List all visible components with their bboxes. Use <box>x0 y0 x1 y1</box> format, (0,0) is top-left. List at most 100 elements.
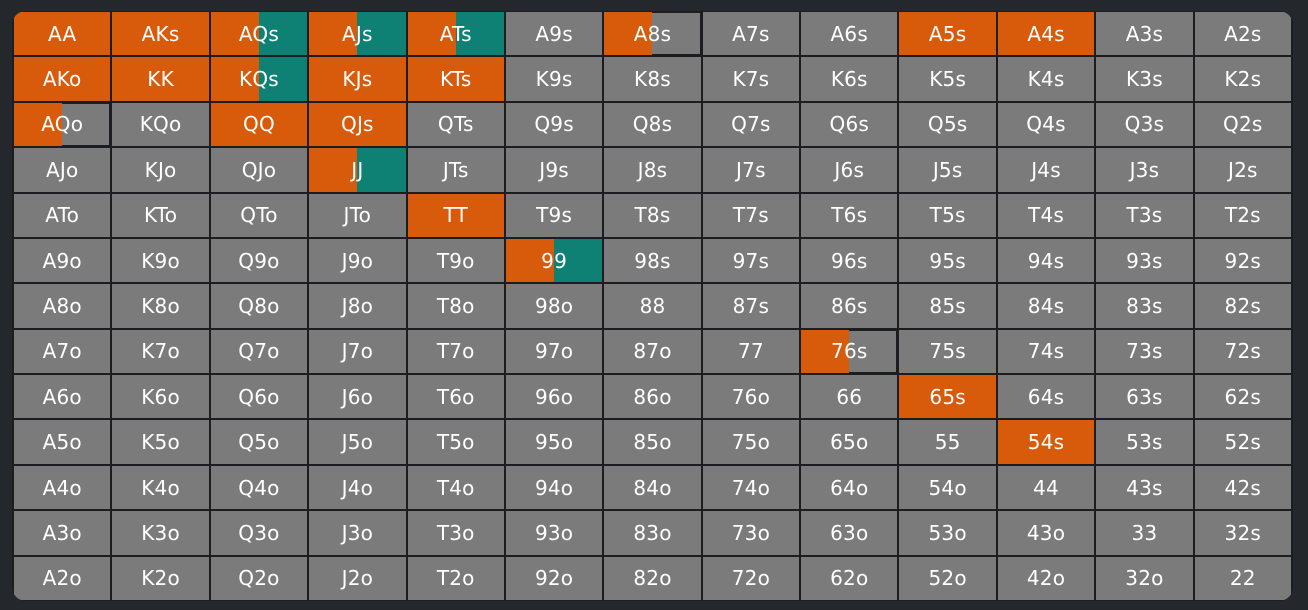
hand-cell-62s[interactable]: 62s <box>1194 375 1291 419</box>
hand-cell-44[interactable]: 44 <box>997 465 1095 510</box>
hand-cell-A4o[interactable]: A4o <box>14 465 111 510</box>
hand-cell-QTo[interactable]: QTo <box>210 193 308 237</box>
hand-cell-76s[interactable]: 76s <box>801 329 898 374</box>
hand-cell-Q4o[interactable]: Q4o <box>210 465 308 510</box>
hand-cell-97s[interactable]: 97s <box>702 238 800 283</box>
hand-cell-J5s[interactable]: J5s <box>899 148 996 192</box>
hand-cell-A7o[interactable]: A7o <box>14 329 111 374</box>
hand-cell-T2o[interactable]: T2o <box>407 556 504 600</box>
hand-cell-Q7o[interactable]: Q7o <box>210 329 308 374</box>
hand-cell-65o[interactable]: 65o <box>801 420 898 464</box>
hand-cell-86s[interactable]: 86s <box>801 284 898 328</box>
hand-cell-77[interactable]: 77 <box>702 329 800 374</box>
hand-cell-A8o[interactable]: A8o <box>14 284 111 328</box>
hand-cell-K8s[interactable]: K8s <box>604 57 701 101</box>
hand-cell-J7o[interactable]: J7o <box>309 329 406 374</box>
hand-cell-AJs[interactable]: AJs <box>309 12 406 56</box>
hand-cell-Q6s[interactable]: Q6s <box>801 102 898 147</box>
hand-cell-66[interactable]: 66 <box>801 375 898 419</box>
hand-cell-AJo[interactable]: AJo <box>14 148 111 192</box>
hand-cell-KTs[interactable]: KTs <box>407 57 504 101</box>
hand-cell-94s[interactable]: 94s <box>997 238 1095 283</box>
hand-cell-42s[interactable]: 42s <box>1194 465 1291 510</box>
hand-cell-88[interactable]: 88 <box>604 284 701 328</box>
hand-cell-Q2s[interactable]: Q2s <box>1194 102 1291 147</box>
hand-cell-J2o[interactable]: J2o <box>309 556 406 600</box>
hand-cell-99[interactable]: 99 <box>505 238 603 283</box>
hand-cell-94o[interactable]: 94o <box>505 465 603 510</box>
hand-cell-95s[interactable]: 95s <box>899 238 996 283</box>
hand-cell-A7s[interactable]: A7s <box>702 12 800 56</box>
hand-cell-54o[interactable]: 54o <box>899 465 996 510</box>
hand-cell-97o[interactable]: 97o <box>505 329 603 374</box>
hand-cell-J8s[interactable]: J8s <box>604 148 701 192</box>
hand-cell-43s[interactable]: 43s <box>1096 465 1193 510</box>
hand-cell-84s[interactable]: 84s <box>997 284 1095 328</box>
hand-cell-A9o[interactable]: A9o <box>14 238 111 283</box>
hand-cell-53s[interactable]: 53s <box>1096 420 1193 464</box>
hand-cell-AA[interactable]: AA <box>14 12 111 56</box>
hand-cell-A6s[interactable]: A6s <box>801 12 898 56</box>
hand-cell-K4o[interactable]: K4o <box>112 465 209 510</box>
hand-cell-K7o[interactable]: K7o <box>112 329 209 374</box>
hand-cell-Q2o[interactable]: Q2o <box>210 556 308 600</box>
hand-cell-K5o[interactable]: K5o <box>112 420 209 464</box>
hand-cell-33[interactable]: 33 <box>1096 511 1193 555</box>
hand-cell-93s[interactable]: 93s <box>1096 238 1193 283</box>
hand-cell-J5o[interactable]: J5o <box>309 420 406 464</box>
hand-cell-Q4s[interactable]: Q4s <box>997 102 1095 147</box>
hand-cell-KTo[interactable]: KTo <box>112 193 209 237</box>
hand-cell-K8o[interactable]: K8o <box>112 284 209 328</box>
hand-cell-K3o[interactable]: K3o <box>112 511 209 555</box>
hand-cell-J9s[interactable]: J9s <box>505 148 603 192</box>
hand-cell-T5s[interactable]: T5s <box>899 193 996 237</box>
hand-cell-Q9s[interactable]: Q9s <box>505 102 603 147</box>
hand-cell-JTs[interactable]: JTs <box>407 148 504 192</box>
hand-cell-TT[interactable]: TT <box>407 193 504 237</box>
hand-cell-T5o[interactable]: T5o <box>407 420 504 464</box>
hand-cell-JJ[interactable]: JJ <box>309 148 406 192</box>
hand-cell-Q9o[interactable]: Q9o <box>210 238 308 283</box>
hand-cell-Q3s[interactable]: Q3s <box>1096 102 1193 147</box>
hand-cell-A2o[interactable]: A2o <box>14 556 111 600</box>
hand-cell-Q6o[interactable]: Q6o <box>210 375 308 419</box>
hand-cell-92s[interactable]: 92s <box>1194 238 1291 283</box>
hand-cell-T8o[interactable]: T8o <box>407 284 504 328</box>
hand-cell-Q5o[interactable]: Q5o <box>210 420 308 464</box>
hand-cell-93o[interactable]: 93o <box>505 511 603 555</box>
hand-cell-A3s[interactable]: A3s <box>1096 12 1193 56</box>
hand-cell-32o[interactable]: 32o <box>1096 556 1193 600</box>
hand-cell-96s[interactable]: 96s <box>801 238 898 283</box>
hand-cell-K5s[interactable]: K5s <box>899 57 996 101</box>
hand-cell-87s[interactable]: 87s <box>702 284 800 328</box>
hand-cell-73o[interactable]: 73o <box>702 511 800 555</box>
hand-cell-K6o[interactable]: K6o <box>112 375 209 419</box>
hand-cell-65s[interactable]: 65s <box>899 375 996 419</box>
hand-cell-Q5s[interactable]: Q5s <box>899 102 996 147</box>
hand-cell-73s[interactable]: 73s <box>1096 329 1193 374</box>
hand-cell-A5o[interactable]: A5o <box>14 420 111 464</box>
hand-cell-76o[interactable]: 76o <box>702 375 800 419</box>
hand-cell-QTs[interactable]: QTs <box>407 102 504 147</box>
hand-cell-T9o[interactable]: T9o <box>407 238 504 283</box>
hand-cell-KQs[interactable]: KQs <box>210 57 308 101</box>
hand-cell-83o[interactable]: 83o <box>604 511 701 555</box>
hand-cell-ATo[interactable]: ATo <box>14 193 111 237</box>
hand-cell-T3o[interactable]: T3o <box>407 511 504 555</box>
hand-cell-62o[interactable]: 62o <box>801 556 898 600</box>
hand-cell-K7s[interactable]: K7s <box>702 57 800 101</box>
hand-cell-53o[interactable]: 53o <box>899 511 996 555</box>
hand-cell-T2s[interactable]: T2s <box>1194 193 1291 237</box>
hand-cell-J3o[interactable]: J3o <box>309 511 406 555</box>
hand-cell-82o[interactable]: 82o <box>604 556 701 600</box>
hand-cell-KJo[interactable]: KJo <box>112 148 209 192</box>
hand-cell-Q8o[interactable]: Q8o <box>210 284 308 328</box>
hand-cell-J6s[interactable]: J6s <box>801 148 898 192</box>
hand-cell-84o[interactable]: 84o <box>604 465 701 510</box>
hand-cell-K9o[interactable]: K9o <box>112 238 209 283</box>
hand-cell-92o[interactable]: 92o <box>505 556 603 600</box>
hand-cell-55[interactable]: 55 <box>899 420 996 464</box>
hand-cell-A5s[interactable]: A5s <box>899 12 996 56</box>
hand-cell-74o[interactable]: 74o <box>702 465 800 510</box>
hand-cell-J3s[interactable]: J3s <box>1096 148 1193 192</box>
